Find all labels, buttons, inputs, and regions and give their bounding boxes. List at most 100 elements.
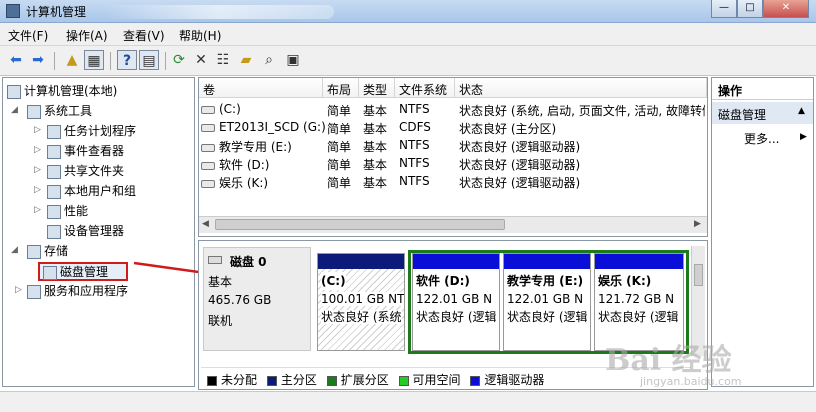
menu-view[interactable]: 查看(V) (123, 27, 165, 44)
tree-label-system-tools: 系统工具 (44, 104, 93, 118)
tree-label-task-scheduler: 任务计划程序 (64, 124, 137, 138)
tree-item-storage[interactable]: 存储 (27, 242, 68, 259)
partition-d[interactable]: 软件 (D:) 122.01 GB N 状态良好 (逻辑 (412, 253, 500, 351)
back-icon[interactable]: ⬅ (6, 50, 26, 70)
window-title: 计算机管理 (26, 5, 87, 19)
tree-label-disk-management: 磁盘管理 (60, 265, 109, 279)
title-bar: 计算机管理 — □ ✕ (0, 0, 816, 23)
scroll-left-icon[interactable]: ◀ (202, 219, 209, 229)
collapse-arrow-icon[interactable]: ◢ (11, 105, 18, 115)
legend-swatch-primary (266, 375, 277, 386)
table-row[interactable]: (C:) (201, 102, 241, 116)
performance-icon (47, 204, 61, 219)
tree-item-root[interactable]: 计算机管理(本地) (7, 82, 117, 99)
primary-partition-bar (318, 254, 404, 269)
expand-arrow-icon[interactable]: ▷ (34, 145, 41, 155)
disk-management-icon (43, 265, 57, 280)
submenu-arrow-icon: ▶ (800, 132, 807, 142)
blurred-tab-area (104, 5, 334, 19)
scrollbar-thumb[interactable] (215, 219, 505, 230)
tree-item-services[interactable]: 服务和应用程序 (27, 282, 128, 299)
tree-item-system-tools[interactable]: 系统工具 (27, 102, 92, 119)
show-tree-icon[interactable]: ▦ (84, 50, 104, 70)
tree-label-local-users: 本地用户和组 (64, 184, 137, 198)
properties-icon[interactable]: ☷ (213, 50, 233, 70)
watermark-url: jingyan.baidu.com (640, 375, 742, 388)
expand-arrow-icon[interactable]: ▷ (34, 125, 41, 135)
disk-size: 465.76 GB (208, 293, 272, 307)
column-header-type[interactable]: 类型 (359, 78, 395, 98)
partition-e[interactable]: 教学专用 (E:) 122.01 GB N 状态良好 (逻辑 (503, 253, 591, 351)
scrollbar-thumb[interactable] (694, 264, 703, 286)
tree-label-root: 计算机管理(本地) (24, 84, 118, 98)
search-icon[interactable]: ⌕ (259, 50, 279, 70)
tree-label-event-viewer: 事件查看器 (64, 144, 125, 158)
column-header-status[interactable]: 状态 (455, 78, 707, 98)
drive-icon (201, 105, 215, 114)
disk-type: 基本 (208, 275, 233, 289)
column-header-layout[interactable]: 布局 (323, 78, 359, 98)
menu-action[interactable]: 操作(A) (66, 27, 108, 44)
tree-label-services: 服务和应用程序 (44, 284, 129, 298)
tools-icon (27, 104, 41, 119)
tree-item-event-viewer[interactable]: 事件查看器 (47, 142, 124, 159)
up-folder-icon[interactable]: ▲ (62, 50, 82, 70)
scroll-right-icon[interactable]: ▶ (694, 219, 701, 229)
tree-item-device-manager[interactable]: 设备管理器 (47, 222, 124, 239)
drive-icon (201, 161, 215, 170)
expand-arrow-icon[interactable]: ▷ (34, 205, 41, 215)
tree-item-local-users[interactable]: 本地用户和组 (47, 182, 136, 199)
logical-drive-bar (413, 254, 499, 269)
disk-info[interactable]: 磁盘 0 基本 465.76 GB 联机 (203, 247, 311, 351)
toolbar: ⬅ ➡ ▲ ▦ ? ▤ ⟳ ✕ ☷ ▰ ⌕ ▣ (0, 46, 816, 76)
close-button[interactable]: ✕ (763, 0, 809, 18)
table-row[interactable]: 娱乐 (K:) (201, 174, 268, 191)
tree-label-shared-folders: 共享文件夹 (64, 164, 125, 178)
expand-arrow-icon[interactable]: ▷ (34, 185, 41, 195)
tree-label-storage: 存储 (44, 244, 69, 258)
tree-item-disk-management[interactable]: 磁盘管理 (43, 263, 108, 280)
tree-item-task-scheduler[interactable]: 任务计划程序 (47, 122, 136, 139)
table-row[interactable]: ET2013I_SCD (G:) (201, 120, 326, 134)
collapse-up-icon[interactable]: ▲ (798, 106, 805, 116)
toolbar-separator (54, 52, 55, 70)
column-header-filesystem[interactable]: 文件系统 (395, 78, 455, 98)
logical-drive-bar (595, 254, 683, 269)
menu-help[interactable]: 帮助(H) (179, 27, 221, 44)
help-icon[interactable]: ? (117, 50, 137, 70)
actions-more[interactable]: 更多... (744, 130, 779, 147)
drive-icon (201, 143, 215, 152)
tree-item-performance[interactable]: 性能 (47, 202, 88, 219)
column-header-volume[interactable]: 卷 (199, 78, 323, 98)
open-folder-icon[interactable]: ▰ (236, 50, 256, 70)
menu-file[interactable]: 文件(F) (8, 27, 48, 44)
actions-title: 操作 (712, 78, 813, 100)
services-icon (27, 284, 41, 299)
delete-icon[interactable]: ✕ (191, 50, 211, 70)
toolbar-separator (110, 52, 111, 70)
horizontal-scrollbar[interactable]: ◀ ▶ (199, 216, 707, 233)
refresh-icon[interactable]: ⟳ (169, 50, 189, 70)
legend-swatch-free (398, 375, 409, 386)
forward-icon[interactable]: ➡ (28, 50, 48, 70)
collapse-arrow-icon[interactable]: ◢ (11, 245, 18, 255)
minimize-button[interactable]: — (711, 0, 737, 18)
expand-arrow-icon[interactable]: ▷ (15, 285, 22, 295)
table-row[interactable]: 教学专用 (E:) (201, 138, 292, 155)
disk-icon[interactable]: ▣ (283, 50, 303, 70)
event-viewer-icon (47, 144, 61, 159)
disk-icon (208, 256, 222, 264)
actions-section-disk-management[interactable]: 磁盘管理 ▲ (712, 102, 813, 124)
expand-arrow-icon[interactable]: ▷ (34, 165, 41, 175)
tree-label-device-manager: 设备管理器 (64, 224, 125, 238)
maximize-button[interactable]: □ (737, 0, 763, 18)
show-action-pane-icon[interactable]: ▤ (139, 50, 159, 70)
status-bar (0, 391, 816, 412)
drive-icon (201, 179, 215, 188)
table-row[interactable]: 软件 (D:) (201, 156, 269, 173)
partition-c[interactable]: (C:) 100.01 GB NT 状态良好 (系统 (317, 253, 405, 351)
computer-icon (7, 84, 21, 99)
disk-name: 磁盘 0 (230, 255, 267, 269)
tree-item-shared-folders[interactable]: 共享文件夹 (47, 162, 124, 179)
disk-status: 联机 (208, 314, 233, 328)
